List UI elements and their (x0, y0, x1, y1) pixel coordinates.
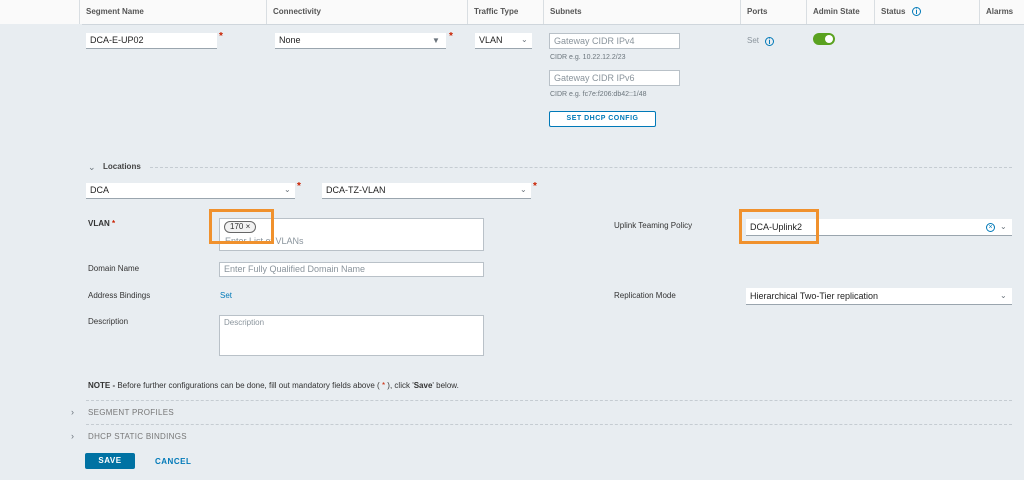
connectivity-value: None (279, 35, 301, 45)
col-connectivity[interactable]: Connectivity (266, 0, 467, 24)
admin-state-toggle[interactable] (813, 33, 835, 45)
replication-mode-value: Hierarchical Two-Tier replication (750, 291, 879, 301)
traffic-type-value: VLAN (479, 35, 503, 45)
description-textarea[interactable]: Description (219, 315, 484, 356)
note-text-2: ), click ' (385, 381, 414, 390)
status-info-icon[interactable]: i (912, 7, 921, 16)
vlan-label-text: VLAN (88, 219, 110, 228)
dhcp-static-bindings-section[interactable]: DHCP STATIC BINDINGS (88, 432, 187, 441)
cancel-button[interactable]: CANCEL (155, 457, 191, 466)
location-chevron-down-icon: ⌄ (284, 185, 291, 194)
segment-profiles-chevron-right-icon[interactable]: › (71, 407, 74, 417)
note-text-3: ' below. (432, 381, 459, 390)
transport-zone-required: * (533, 181, 537, 192)
connectivity-caret-icon: ▼ (432, 36, 440, 45)
segment-name-required: * (219, 31, 223, 42)
col-status-label: Status (881, 7, 906, 16)
replication-chevron-down-icon: ⌄ (1000, 291, 1007, 300)
transport-zone-chevron-down-icon: ⌄ (520, 185, 527, 194)
segment-profiles-section[interactable]: SEGMENT PROFILES (88, 408, 174, 417)
col-admin-state[interactable]: Admin State (806, 0, 874, 24)
col-status[interactable]: Status (874, 0, 979, 24)
ports-info-icon[interactable]: i (765, 37, 774, 46)
col-subnets[interactable]: Subnets (543, 0, 740, 24)
location-value: DCA (90, 185, 110, 195)
dhcp-static-chevron-right-icon[interactable]: › (71, 431, 74, 441)
address-bindings-set-link[interactable]: Set (220, 291, 232, 300)
gateway-ipv4-input[interactable]: Gateway CIDR IPv4 (549, 33, 680, 49)
toggle-knob (825, 35, 833, 43)
locations-chevron-down-icon[interactable]: ⌄ (88, 162, 96, 173)
replication-mode-select[interactable]: Hierarchical Two-Tier replication (746, 288, 1012, 305)
domain-name-placeholder: Enter Fully Qualified Domain Name (224, 264, 366, 274)
grid-header: Segment Name Connectivity Traffic Type S… (0, 0, 1024, 25)
gateway-ipv6-placeholder: Gateway CIDR IPv6 (554, 73, 635, 83)
connectivity-required: * (449, 31, 453, 42)
ipv6-hint: CIDR e.g. fc7e:f206:db42::1/48 (550, 91, 647, 98)
connectivity-select[interactable]: None (275, 33, 446, 49)
transport-zone-select[interactable]: DCA-TZ-VLAN (322, 183, 531, 199)
col-segment-name[interactable]: Segment Name (79, 0, 266, 24)
address-bindings-label: Address Bindings (88, 291, 151, 300)
traffic-type-chevron-down-icon: ⌄ (521, 35, 528, 44)
col-traffic-type[interactable]: Traffic Type (467, 0, 543, 24)
vlan-label: VLAN * (88, 219, 116, 228)
set-dhcp-config-button[interactable]: SET DHCP CONFIG (549, 111, 656, 127)
location-required: * (297, 181, 301, 192)
replication-mode-label: Replication Mode (614, 291, 676, 300)
note-divider (86, 400, 1012, 401)
locations-divider (150, 167, 1012, 168)
ipv4-hint: CIDR e.g. 10.22.12.2/23 (550, 54, 626, 61)
clear-uplink-icon[interactable]: × (986, 223, 995, 232)
vlan-highlight-box (209, 209, 274, 244)
description-placeholder: Description (224, 318, 265, 327)
bottom-edge (0, 480, 1024, 484)
uplink-teaming-label: Uplink Teaming Policy (614, 221, 693, 230)
domain-name-label: Domain Name (88, 264, 140, 273)
mandatory-note: NOTE - Before further configurations can… (88, 381, 459, 390)
gateway-ipv6-input[interactable]: Gateway CIDR IPv6 (549, 70, 680, 86)
locations-title: Locations (103, 162, 141, 171)
uplink-chevron-down-icon: ⌄ (1000, 222, 1007, 231)
gateway-ipv4-placeholder: Gateway CIDR IPv4 (554, 36, 635, 46)
left-gutter (0, 24, 82, 484)
save-button[interactable]: SAVE (85, 453, 135, 469)
domain-name-input[interactable]: Enter Fully Qualified Domain Name (219, 262, 484, 277)
transport-zone-value: DCA-TZ-VLAN (326, 185, 386, 195)
segment-name-input[interactable]: DCA-E-UP02 (86, 33, 217, 49)
note-save-word: Save (413, 381, 433, 390)
segment-profiles-divider (86, 424, 1012, 425)
ports-set-link[interactable]: Set (747, 36, 759, 45)
note-prefix: NOTE - (88, 381, 118, 390)
col-alarms[interactable]: Alarms (979, 0, 1024, 24)
note-text-1: Before further configurations can be don… (117, 381, 382, 390)
col-ports[interactable]: Ports (740, 0, 806, 24)
uplink-highlight-box (739, 209, 819, 244)
description-label: Description (88, 317, 129, 326)
location-select[interactable]: DCA (86, 183, 295, 199)
